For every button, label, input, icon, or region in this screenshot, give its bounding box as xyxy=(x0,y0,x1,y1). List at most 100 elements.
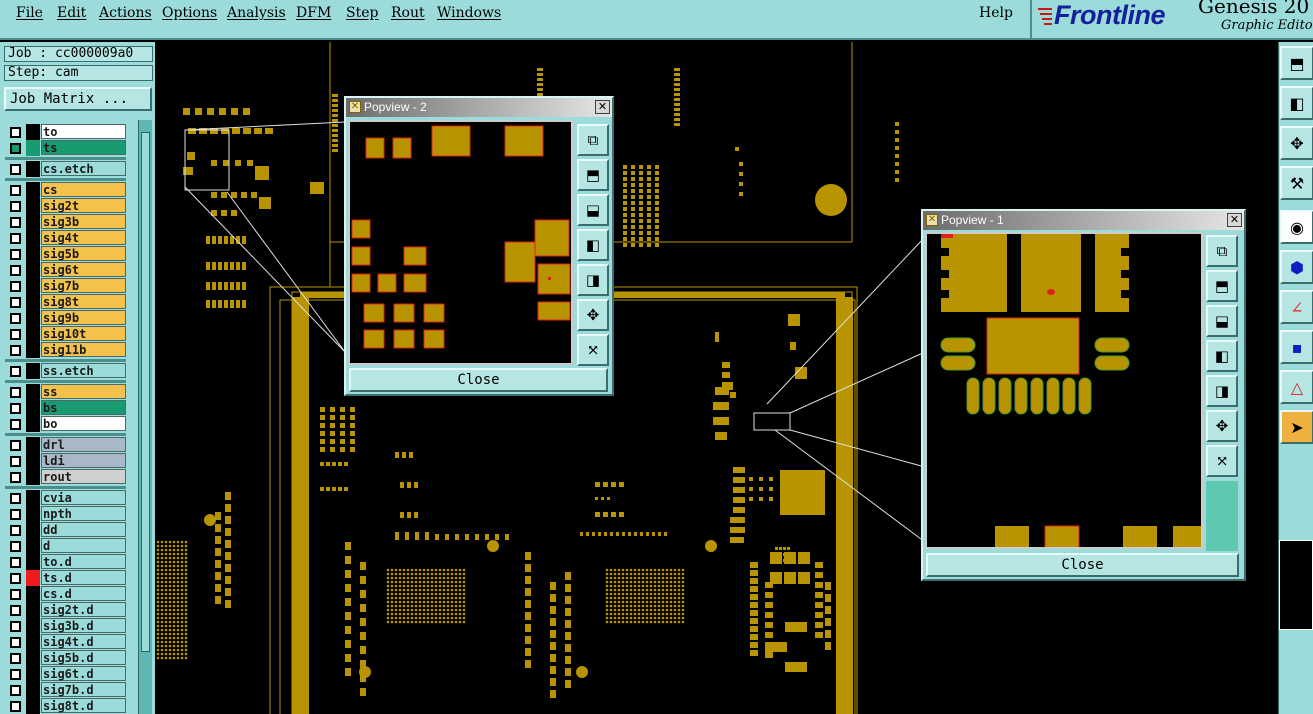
layer-checkbox[interactable] xyxy=(10,297,21,308)
layer-name[interactable]: sig10t xyxy=(41,326,126,341)
layer-name[interactable]: sig2t.d xyxy=(41,602,126,617)
menu-edit[interactable]: Edit xyxy=(57,5,86,21)
zoom-in-icon[interactable]: ⬒ xyxy=(1280,46,1313,80)
layer-row-sig2t[interactable]: sig2t xyxy=(5,198,126,214)
layer-row-sig6t-d[interactable]: sig6t.d xyxy=(5,666,126,682)
layer-checkbox[interactable] xyxy=(10,653,21,664)
layer-color-swatch[interactable] xyxy=(26,554,40,570)
menu-help[interactable]: Help xyxy=(979,5,1013,21)
layer-checkbox[interactable] xyxy=(10,557,21,568)
layer-color-swatch[interactable] xyxy=(26,342,40,358)
layer-checkbox[interactable] xyxy=(10,329,21,340)
zoom-out-icon[interactable]: ⬓ xyxy=(577,194,609,226)
layer-row-sig4t[interactable]: sig4t xyxy=(5,230,126,246)
menu-file[interactable]: File xyxy=(16,5,43,21)
layer-color-swatch[interactable] xyxy=(26,294,40,310)
layer-row-d[interactable]: d xyxy=(5,538,126,554)
snap-icon[interactable]: △ xyxy=(1280,370,1313,404)
layer-row-sig5b[interactable]: sig5b xyxy=(5,246,126,262)
layer-row-sig11b[interactable]: sig11b xyxy=(5,342,126,358)
layer-checkbox[interactable] xyxy=(10,164,21,175)
layer-row-sig4t-d[interactable]: sig4t.d xyxy=(5,634,126,650)
measure-icon[interactable]: ◉ xyxy=(1280,210,1313,244)
layer-checkbox[interactable] xyxy=(10,573,21,584)
layer-color-swatch[interactable] xyxy=(26,124,40,140)
layer-checkbox[interactable] xyxy=(10,637,21,648)
layer-color-swatch[interactable] xyxy=(26,246,40,262)
layer-name[interactable]: cs.etch xyxy=(41,161,126,176)
layer-checkbox[interactable] xyxy=(10,605,21,616)
layer-checkbox[interactable] xyxy=(10,403,21,414)
layer-checkbox[interactable] xyxy=(10,525,21,536)
layer-color-swatch[interactable] xyxy=(26,400,40,416)
layer-name[interactable]: ss xyxy=(41,384,126,399)
layer-color-swatch[interactable] xyxy=(26,698,40,714)
layer-row-cs-etch[interactable]: cs.etch xyxy=(5,161,126,177)
layer-checkbox[interactable] xyxy=(10,127,21,138)
layer-color-swatch[interactable] xyxy=(26,469,40,485)
zoom-in-icon[interactable]: ⬒ xyxy=(1206,270,1238,302)
netlist-icon[interactable]: ⬢ xyxy=(1280,250,1313,284)
layer-name[interactable]: cs xyxy=(41,182,126,197)
layer-checkbox[interactable] xyxy=(10,217,21,228)
layer-name[interactable]: sig8t.d xyxy=(41,698,126,713)
layer-name[interactable]: sig4t xyxy=(41,230,126,245)
features-icon[interactable]: ▪ xyxy=(1280,330,1313,364)
layer-checkbox[interactable] xyxy=(10,201,21,212)
layer-name[interactable]: sig5b.d xyxy=(41,650,126,665)
pan-right-icon[interactable]: ◨ xyxy=(1206,375,1238,407)
layer-checkbox[interactable] xyxy=(10,493,21,504)
layer-row-drl[interactable]: drl xyxy=(5,437,126,453)
layer-row-sig8t[interactable]: sig8t xyxy=(5,294,126,310)
layer-name[interactable]: ts xyxy=(41,140,126,155)
layer-checkbox[interactable] xyxy=(10,265,21,276)
layer-name[interactable]: sig9b xyxy=(41,310,126,325)
layer-color-swatch[interactable] xyxy=(26,161,40,177)
layer-row-cs-d[interactable]: cs.d xyxy=(5,586,126,602)
layer-color-swatch[interactable] xyxy=(26,602,40,618)
layer-color-swatch[interactable] xyxy=(26,570,40,586)
layer-row-sig9b[interactable]: sig9b xyxy=(5,310,126,326)
zoom-fit-icon[interactable]: ✥ xyxy=(577,299,609,331)
layer-color-swatch[interactable] xyxy=(26,198,40,214)
layer-color-swatch[interactable] xyxy=(26,262,40,278)
popview-1-titlebar[interactable]: ✕ Popview - 1 ✕ xyxy=(923,211,1244,230)
job-matrix-button[interactable]: Job Matrix ... xyxy=(4,87,152,111)
menu-actions[interactable]: Actions xyxy=(99,5,152,21)
tools-icon[interactable]: ⚒ xyxy=(1280,166,1313,200)
graphic-canvas[interactable]: ✕ Popview - 2 ✕ ⧉ ⬒ ⬓ ◧ ◨ ✥ ⤧ Close ✕ Po… xyxy=(155,42,1278,714)
pan-left-icon[interactable]: ◧ xyxy=(1206,340,1238,372)
layer-row-ss[interactable]: ss xyxy=(5,384,126,400)
layer-name[interactable]: sig7b xyxy=(41,278,126,293)
zoom-fit-icon[interactable]: ✥ xyxy=(1206,410,1238,442)
popview-2-titlebar[interactable]: ✕ Popview - 2 ✕ xyxy=(346,98,612,117)
layer-name[interactable]: d xyxy=(41,538,126,553)
layer-color-swatch[interactable] xyxy=(26,506,40,522)
layer-name[interactable]: sig5b xyxy=(41,246,126,261)
layer-color-swatch[interactable] xyxy=(26,682,40,698)
layer-color-swatch[interactable] xyxy=(26,140,40,156)
popview-2-close-button[interactable]: Close xyxy=(349,368,608,392)
layer-color-swatch[interactable] xyxy=(26,453,40,469)
layer-checkbox[interactable] xyxy=(10,621,21,632)
layer-checkbox[interactable] xyxy=(10,701,21,712)
zoom-window-icon[interactable]: ⧉ xyxy=(577,124,609,156)
layer-checkbox[interactable] xyxy=(10,685,21,696)
menu-dfm[interactable]: DFM xyxy=(296,5,331,21)
layer-checkbox[interactable] xyxy=(10,472,21,483)
layer-name[interactable]: sig7b.d xyxy=(41,682,126,697)
overview-minimap[interactable] xyxy=(1279,540,1313,630)
layer-checkbox[interactable] xyxy=(10,440,21,451)
layer-checkbox[interactable] xyxy=(10,313,21,324)
layer-row-dd[interactable]: dd xyxy=(5,522,126,538)
layer-row-to-d[interactable]: to.d xyxy=(5,554,126,570)
layer-name[interactable]: to xyxy=(41,124,126,139)
menu-windows[interactable]: Windows xyxy=(437,5,501,21)
layer-color-swatch[interactable] xyxy=(26,310,40,326)
layer-checkbox[interactable] xyxy=(10,541,21,552)
layer-checkbox[interactable] xyxy=(10,185,21,196)
layer-checkbox[interactable] xyxy=(10,366,21,377)
layer-row-sig7b-d[interactable]: sig7b.d xyxy=(5,682,126,698)
layer-color-swatch[interactable] xyxy=(26,326,40,342)
layer-name[interactable]: sig3b xyxy=(41,214,126,229)
